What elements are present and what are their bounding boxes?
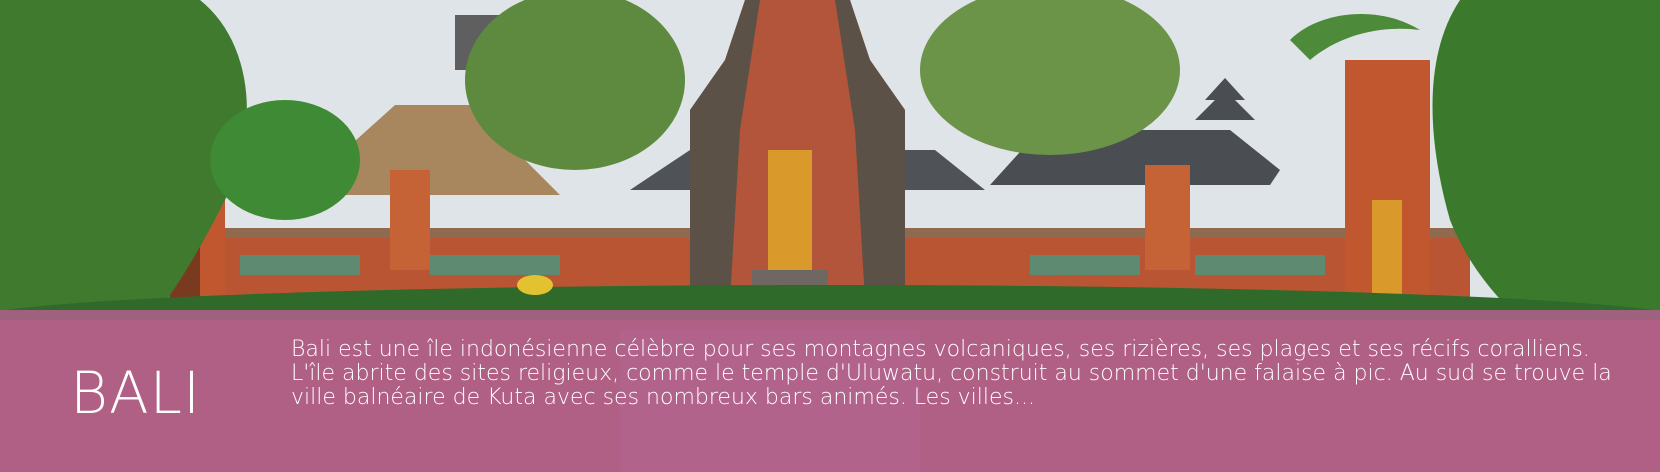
- umbrella-yellow: [517, 275, 553, 295]
- shrine-right: [1145, 165, 1190, 270]
- destination-title: BALI: [70, 359, 202, 427]
- wall-panel-1: [240, 255, 360, 275]
- tree-left-canopy: [210, 100, 360, 220]
- destination-description: Bali est une île indonésienne célèbre po…: [291, 337, 1612, 410]
- destination-banner[interactable]: BALI Bali est une île indonésienne célèb…: [0, 0, 1660, 472]
- wall-panel-4: [1195, 255, 1325, 275]
- wall-panel-2: [430, 255, 560, 275]
- gate-door: [768, 150, 812, 270]
- wall-panel-3: [1030, 255, 1140, 275]
- side-gate-right-door: [1372, 200, 1402, 300]
- shrine-left: [390, 170, 430, 270]
